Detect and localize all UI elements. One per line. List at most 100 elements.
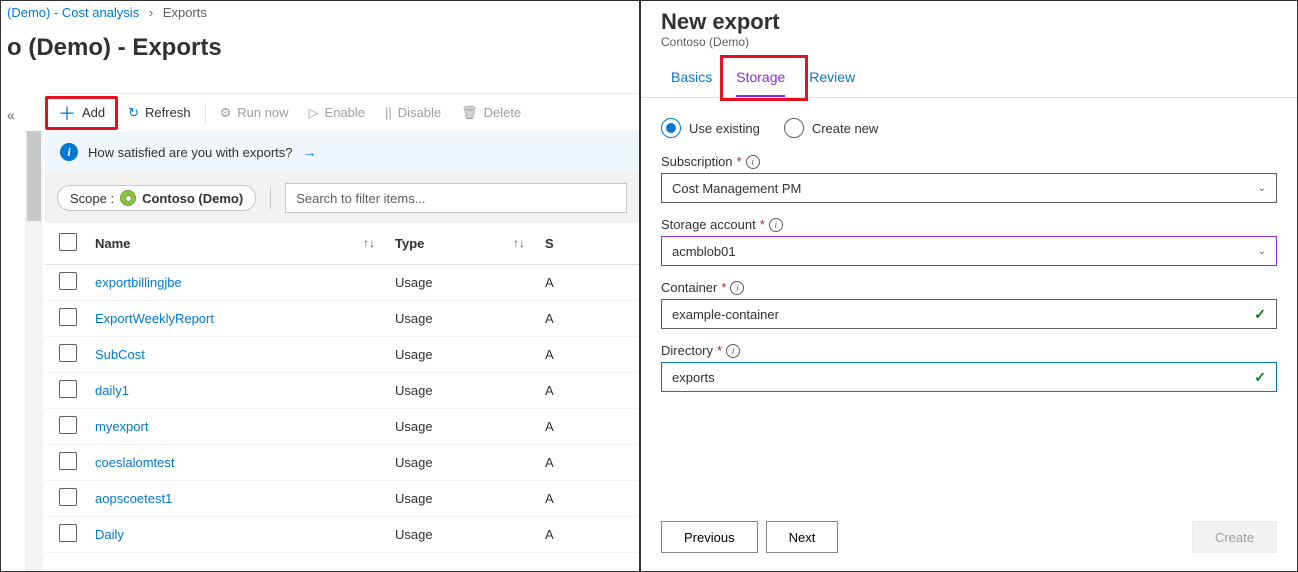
play-icon: ▷ (309, 105, 319, 121)
content-area: i How satisfied are you with exports? → … (45, 131, 639, 571)
new-export-panel: New export Contoso (Demo) Basics Storage… (640, 0, 1298, 572)
panel-subtitle: Contoso (Demo) (661, 35, 1277, 49)
table-body: exportbillingjbeUsageAExportWeeklyReport… (45, 265, 639, 553)
column-type[interactable]: Type↑↓ (395, 236, 545, 251)
select-all-checkbox[interactable] (59, 233, 77, 251)
export-name-link[interactable]: ExportWeeklyReport (95, 311, 395, 326)
export-name-link[interactable]: SubCost (95, 347, 395, 362)
highlight-box (720, 55, 808, 101)
check-icon: ✓ (1254, 306, 1266, 323)
export-name-link[interactable]: aopscoetest1 (95, 491, 395, 506)
export-form: Subscription * i Cost Management PM ⌄ St… (641, 150, 1297, 410)
sort-icon: ↑↓ (363, 236, 375, 250)
radio-use-existing[interactable]: Use existing (661, 118, 760, 138)
row-checkbox[interactable] (59, 308, 77, 326)
export-status: A (545, 527, 575, 542)
export-status: A (545, 455, 575, 470)
run-now-button[interactable]: ⚙ Run now (210, 96, 299, 130)
info-icon[interactable]: i (746, 155, 760, 169)
breadcrumb: (Demo) - Cost analysis › Exports (1, 1, 639, 24)
scrollbar-thumb[interactable] (27, 131, 41, 221)
export-status: A (545, 383, 575, 398)
add-label: Add (82, 105, 105, 120)
command-bar: ＋ Add ↻ Refresh ⚙ Run now ▷ Enable || Di… (45, 93, 639, 131)
subscription-label: Subscription (661, 154, 733, 169)
export-name-link[interactable]: Daily (95, 527, 395, 542)
row-checkbox[interactable] (59, 488, 77, 506)
export-name-link[interactable]: exportbillingjbe (95, 275, 395, 290)
separator (205, 103, 206, 123)
directory-input[interactable]: exports ✓ (661, 362, 1277, 392)
tab-basics[interactable]: Basics (671, 69, 712, 97)
export-name-link[interactable]: myexport (95, 419, 395, 434)
delete-button[interactable]: 🗑 Delete (451, 96, 531, 130)
table-header: Name↑↓ Type↑↓ S (45, 223, 639, 265)
refresh-label: Refresh (145, 105, 191, 120)
radio-createnew-label: Create new (812, 121, 878, 136)
refresh-button[interactable]: ↻ Refresh (118, 96, 200, 130)
info-icon[interactable]: i (730, 281, 744, 295)
table-row[interactable]: SubCostUsageA (45, 337, 639, 373)
directory-field: Directory * i exports ✓ (661, 343, 1277, 392)
container-value: example-container (672, 307, 779, 322)
row-checkbox[interactable] (59, 380, 77, 398)
scrollbar[interactable] (25, 131, 43, 571)
chevron-right-icon: › (149, 5, 153, 20)
export-status: A (545, 311, 575, 326)
chevron-down-icon: ⌄ (1258, 183, 1266, 194)
storage-account-select[interactable]: acmblob01 ⌄ (661, 236, 1277, 266)
next-button[interactable]: Next (766, 521, 839, 553)
search-input[interactable] (285, 183, 627, 213)
info-icon[interactable]: i (769, 218, 783, 232)
export-status: A (545, 491, 575, 506)
refresh-icon: ↻ (128, 105, 139, 121)
export-name-link[interactable]: coeslalomtest (95, 455, 395, 470)
table-row[interactable]: coeslalomtestUsageA (45, 445, 639, 481)
export-name-link[interactable]: daily1 (95, 383, 395, 398)
panel-header: New export Contoso (Demo) (641, 1, 1297, 59)
breadcrumb-cost-analysis[interactable]: (Demo) - Cost analysis (7, 5, 139, 20)
info-icon[interactable]: i (726, 344, 740, 358)
exports-table: Name↑↓ Type↑↓ S exportbillingjbeUsageAEx… (45, 223, 639, 553)
storage-mode-radio-group: Use existing Create new (641, 98, 1297, 150)
storage-account-field: Storage account * i acmblob01 ⌄ (661, 217, 1277, 266)
tab-review[interactable]: Review (809, 69, 855, 97)
table-row[interactable]: exportbillingjbeUsageA (45, 265, 639, 301)
row-checkbox[interactable] (59, 524, 77, 542)
row-checkbox[interactable] (59, 272, 77, 290)
export-status: A (545, 347, 575, 362)
enable-label: Enable (325, 105, 365, 120)
plus-icon: ＋ (58, 100, 76, 126)
delete-label: Delete (484, 105, 522, 120)
table-row[interactable]: myexportUsageA (45, 409, 639, 445)
collapse-chevron-icon[interactable]: « (7, 107, 15, 123)
scope-pill[interactable]: Scope : Contoso (Demo) (57, 185, 256, 211)
table-row[interactable]: DailyUsageA (45, 517, 639, 553)
table-row[interactable]: daily1UsageA (45, 373, 639, 409)
row-checkbox[interactable] (59, 344, 77, 362)
export-type: Usage (395, 455, 545, 470)
enable-button[interactable]: ▷ Enable (299, 96, 375, 130)
row-checkbox[interactable] (59, 416, 77, 434)
feedback-banner[interactable]: i How satisfied are you with exports? → (45, 131, 639, 173)
panel-footer: Previous Next Create (641, 513, 1297, 561)
radio-existing-label: Use existing (689, 121, 760, 136)
subscription-select[interactable]: Cost Management PM ⌄ (661, 173, 1277, 203)
table-row[interactable]: aopscoetest1UsageA (45, 481, 639, 517)
check-icon: ✓ (1254, 369, 1266, 386)
directory-label: Directory (661, 343, 713, 358)
column-name[interactable]: Name↑↓ (95, 236, 395, 251)
radio-create-new[interactable]: Create new (784, 118, 878, 138)
row-checkbox[interactable] (59, 452, 77, 470)
separator (270, 187, 271, 209)
container-input[interactable]: example-container ✓ (661, 299, 1277, 329)
add-button[interactable]: ＋ Add (45, 96, 118, 130)
column-s[interactable]: S (545, 236, 575, 251)
table-row[interactable]: ExportWeeklyReportUsageA (45, 301, 639, 337)
disable-button[interactable]: || Disable (375, 96, 451, 130)
previous-button[interactable]: Previous (661, 521, 758, 553)
create-button[interactable]: Create (1192, 521, 1277, 553)
main-list-area: (Demo) - Cost analysis › Exports o (Demo… (0, 0, 640, 572)
export-type: Usage (395, 275, 545, 290)
scope-icon (120, 190, 136, 206)
